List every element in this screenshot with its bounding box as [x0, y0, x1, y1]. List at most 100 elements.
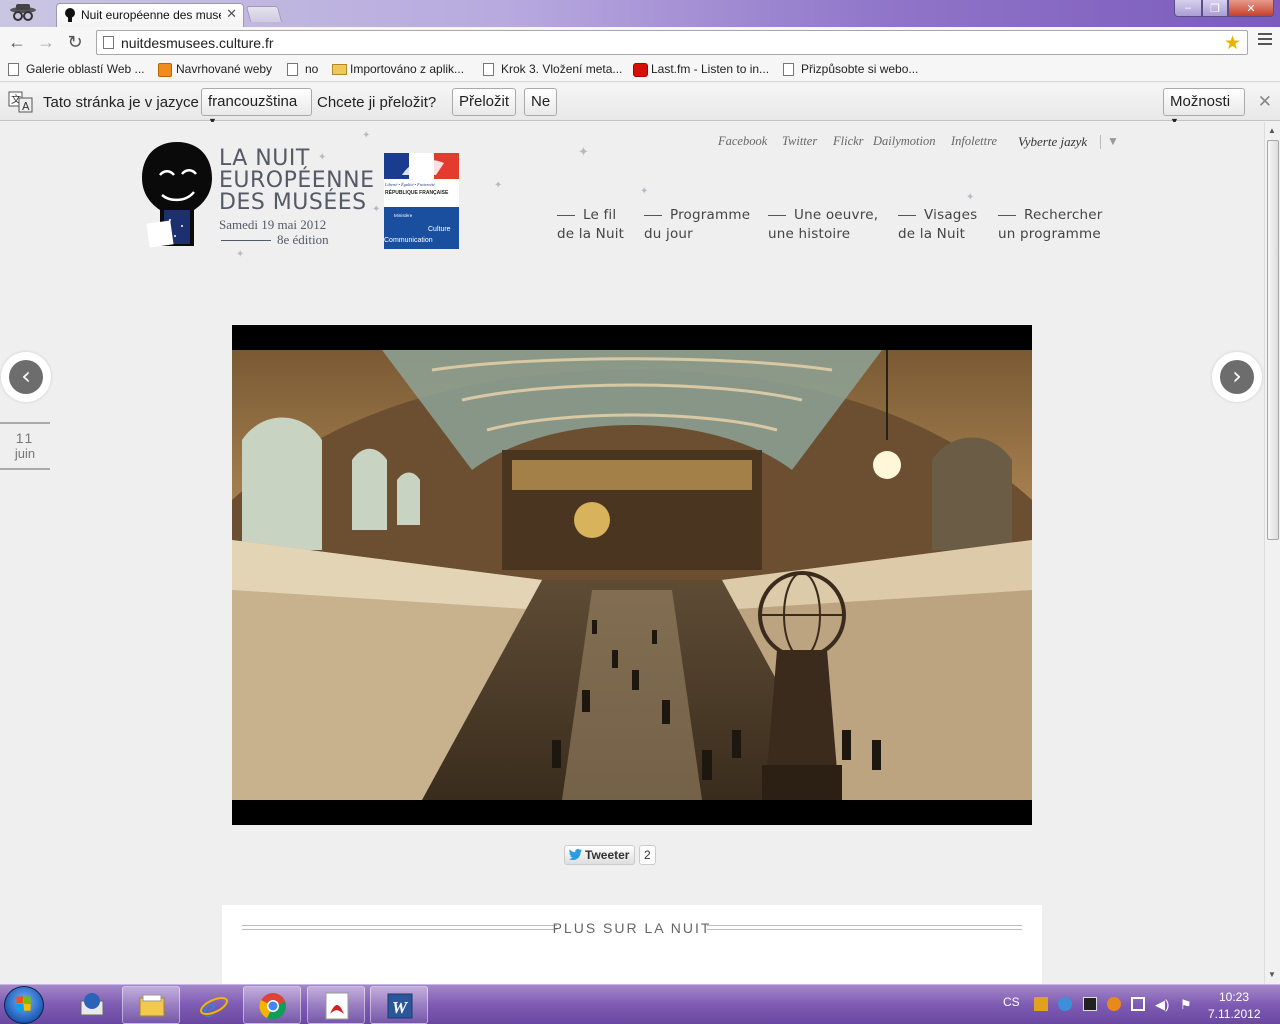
- network-icon[interactable]: [1131, 997, 1145, 1011]
- url-text: nuitdesmusees.culture.fr: [121, 35, 274, 51]
- windows-logo-icon: [16, 996, 31, 1011]
- logo-line-3: DES MUSÉES: [219, 190, 367, 215]
- bookmark-item[interactable]: Krok 3. Vložení meta...: [481, 62, 622, 78]
- action-center-flag-icon[interactable]: ⚑: [1180, 997, 1194, 1012]
- clock-date[interactable]: 7.11.2012: [1208, 1007, 1261, 1021]
- bookmarks-bar: Galerie oblastí Web ... Navrhované weby …: [0, 58, 1280, 82]
- close-window-button[interactable]: ✕: [1228, 0, 1274, 17]
- translate-icon: 文 A: [8, 91, 33, 113]
- nav-rechercher[interactable]: Rechercher un programme: [998, 206, 1102, 244]
- scroll-down-icon[interactable]: ▼: [1268, 970, 1276, 979]
- divider: [1100, 135, 1101, 149]
- dropdown-arrow-icon[interactable]: ▼: [1107, 134, 1119, 148]
- taskbar-explorer[interactable]: [122, 986, 180, 1024]
- language-select[interactable]: Vyberte jazyk: [1018, 134, 1087, 150]
- page-icon: [103, 36, 114, 49]
- menu-wrench-icon[interactable]: [1258, 33, 1272, 49]
- clock-time[interactable]: 10:23: [1219, 990, 1249, 1004]
- language-select[interactable]: francouzština ▼: [201, 88, 312, 126]
- translate-message: Tato stránka je v jazyce: [43, 94, 199, 111]
- republique-name: RÉPUBLIQUE FRANÇAISE: [385, 188, 449, 196]
- maximize-button[interactable]: ❐: [1202, 0, 1228, 17]
- museum-hall-video-frame: [232, 350, 1032, 800]
- facebook-link[interactable]: Facebook: [718, 134, 767, 149]
- date-day: 11: [15, 430, 35, 446]
- carousel-prev-button[interactable]: ‹: [1, 352, 51, 402]
- tray-app-icon[interactable]: [1083, 997, 1097, 1011]
- star-icon: ✦: [236, 249, 245, 260]
- input-language[interactable]: CS: [1003, 995, 1020, 1009]
- nav-label: Le fil: [583, 207, 617, 223]
- nav-label: Une oeuvre,: [794, 207, 879, 223]
- infolettre-link[interactable]: Infolettre: [951, 134, 997, 149]
- nav-visages[interactable]: Visages de la Nuit: [898, 206, 977, 244]
- page-content: ✦ ✦ ✦ ✦ ✦ ✦ ✦ ✦ LA NUIT EUROPÉENNE DES M…: [0, 122, 1264, 984]
- lastfm-icon: [633, 63, 648, 77]
- new-tab-button[interactable]: [245, 6, 283, 22]
- start-button[interactable]: [4, 986, 44, 1024]
- flickr-link[interactable]: Flickr: [833, 134, 864, 149]
- back-icon[interactable]: ←: [6, 31, 28, 53]
- volume-icon[interactable]: ◀): [1155, 997, 1169, 1012]
- taskbar-thunderbird[interactable]: [62, 986, 120, 1024]
- translate-button[interactable]: Přeložit: [452, 88, 517, 116]
- bookmark-item[interactable]: Galerie oblastí Web ...: [6, 62, 145, 78]
- taskbar-word[interactable]: W: [370, 986, 428, 1024]
- scrollbar-thumb[interactable]: [1267, 140, 1279, 540]
- bookmark-label: Galerie oblastí Web ...: [26, 62, 145, 76]
- star-icon: ✦: [494, 180, 503, 191]
- nav-programme[interactable]: Programme du jour: [644, 206, 750, 244]
- bookmark-star-icon[interactable]: ★: [1224, 32, 1241, 55]
- svg-text:A: A: [22, 100, 30, 113]
- close-infobar-icon[interactable]: ✕: [1258, 92, 1272, 112]
- no-translate-button[interactable]: Ne: [524, 88, 558, 116]
- reload-icon[interactable]: ↻: [64, 31, 86, 53]
- republique-francaise-logo: Liberté • Égalité • Fraternité RÉPUBLIQU…: [384, 153, 459, 249]
- logo-line-1: LA NUIT: [219, 146, 310, 171]
- window-controls: – ❐ ✕: [1174, 0, 1274, 18]
- twitter-link[interactable]: Twitter: [782, 134, 817, 149]
- incognito-icon: [10, 4, 36, 21]
- bookmark-item[interactable]: Navrhované weby: [156, 62, 272, 78]
- taskbar-acrobat[interactable]: [307, 986, 365, 1024]
- tweet-button[interactable]: Tweeter: [564, 845, 636, 865]
- more-section: PLUS SUR LA NUIT: [222, 905, 1042, 984]
- bookmark-folder[interactable]: Importováno z aplik...: [330, 62, 464, 78]
- taskbar-internet-explorer[interactable]: e: [184, 986, 242, 1024]
- carousel-next-button[interactable]: ›: [1212, 352, 1262, 402]
- taskbar-chrome[interactable]: [243, 986, 301, 1024]
- options-button[interactable]: Možnosti ▼: [1163, 88, 1245, 126]
- date-box: 11 juin: [0, 422, 50, 470]
- bookmark-item[interactable]: Last.fm - Listen to in...: [631, 62, 769, 78]
- dailymotion-link[interactable]: Dailymotion: [873, 134, 936, 149]
- tweet-count: 2: [639, 845, 656, 865]
- bookmark-item[interactable]: no: [285, 62, 318, 78]
- tab-close-icon[interactable]: ✕: [226, 6, 237, 22]
- minimize-button[interactable]: –: [1174, 0, 1202, 17]
- logo-title: LA NUIT EUROPÉENNE DES MUSÉES: [219, 148, 375, 214]
- scroll-up-icon[interactable]: ▲: [1268, 126, 1276, 135]
- bookmark-label: Importováno z aplik...: [350, 62, 465, 76]
- nav-dash: [644, 214, 662, 216]
- star-icon: ✦: [578, 144, 589, 159]
- tray-app-icon[interactable]: [1034, 997, 1048, 1011]
- page-scrollbar[interactable]: ▲ ▼: [1264, 122, 1280, 984]
- tray-app-icon[interactable]: [1107, 997, 1121, 1011]
- logo-line-2: EUROPÉENNE: [219, 168, 375, 193]
- nav-label: de la Nuit: [898, 226, 966, 242]
- ministere-label: Ministère: [394, 213, 413, 218]
- video-player[interactable]: [232, 325, 1032, 825]
- tab-active[interactable]: Nuit européenne des musé ✕: [56, 3, 244, 27]
- address-bar[interactable]: nuitdesmusees.culture.fr ★: [96, 30, 1248, 55]
- nav-une-oeuvre[interactable]: Une oeuvre, une histoire: [768, 206, 878, 244]
- nav-dash: [768, 214, 786, 216]
- bookmark-label: Přizpůsobte si webo...: [801, 62, 919, 76]
- nav-le-fil[interactable]: Le fil de la Nuit: [557, 206, 624, 244]
- forward-icon[interactable]: →: [35, 31, 57, 53]
- word-icon: W: [387, 993, 413, 1019]
- windows-taskbar: e W CS ◀) ⚑ 10:23 7.11.2012: [0, 984, 1280, 1024]
- bookmark-item[interactable]: Přizpůsobte si webo...: [781, 62, 918, 78]
- skype-icon[interactable]: [1058, 997, 1072, 1011]
- bookmark-label: Last.fm - Listen to in...: [651, 62, 770, 76]
- folder-icon: [332, 64, 347, 75]
